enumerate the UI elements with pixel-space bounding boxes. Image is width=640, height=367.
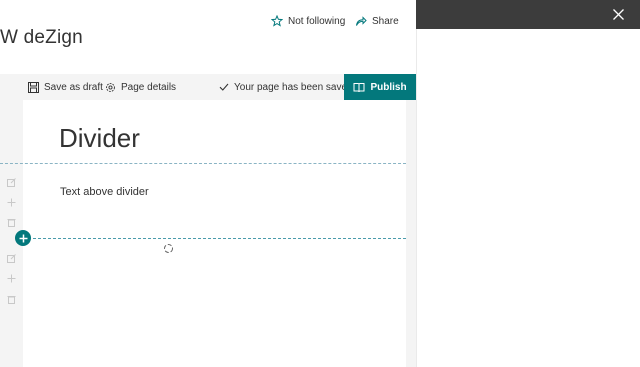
page-details-button[interactable]: Page details [105,74,176,100]
save-status: Your page has been saved [219,74,353,100]
close-icon [612,8,624,20]
save-icon [28,81,39,93]
page-details-label: Page details [121,81,177,93]
site-header: W deZign Not following Share [0,0,416,74]
publish-label: Publish [370,81,407,93]
page-title[interactable]: Divider [59,123,140,154]
add-web-part-button[interactable] [15,230,31,246]
follow-label: Not following [288,15,346,27]
save-status-text: Your page has been saved [234,81,353,93]
edit-section-icon[interactable] [6,177,16,187]
property-pane [416,29,640,367]
delete-web-part-icon[interactable] [6,294,16,304]
book-icon [353,82,365,92]
site-title[interactable]: W deZign [0,27,83,49]
edit-web-part-icon[interactable] [6,253,16,263]
checkmark-icon [219,83,229,91]
close-pane-button[interactable] [608,4,628,24]
publish-button[interactable]: Publish [344,74,416,100]
share-label: Share [372,15,399,27]
property-pane-header [416,0,640,29]
save-as-draft-label: Save as draft [44,81,103,93]
save-as-draft-button[interactable]: Save as draft [28,74,103,100]
gear-icon [106,82,115,92]
follow-button[interactable]: Not following [271,15,345,27]
share-button[interactable]: Share [355,15,399,27]
share-icon [356,16,367,26]
title-section-border [0,163,406,164]
move-web-part-icon[interactable] [6,273,16,283]
delete-section-icon[interactable] [6,217,16,227]
move-section-icon[interactable] [6,197,16,207]
divider-web-part[interactable] [23,238,406,239]
loading-icon [163,241,174,259]
add-icon [19,234,27,242]
text-web-part[interactable]: Text above divider [60,186,149,198]
star-icon [271,15,283,27]
